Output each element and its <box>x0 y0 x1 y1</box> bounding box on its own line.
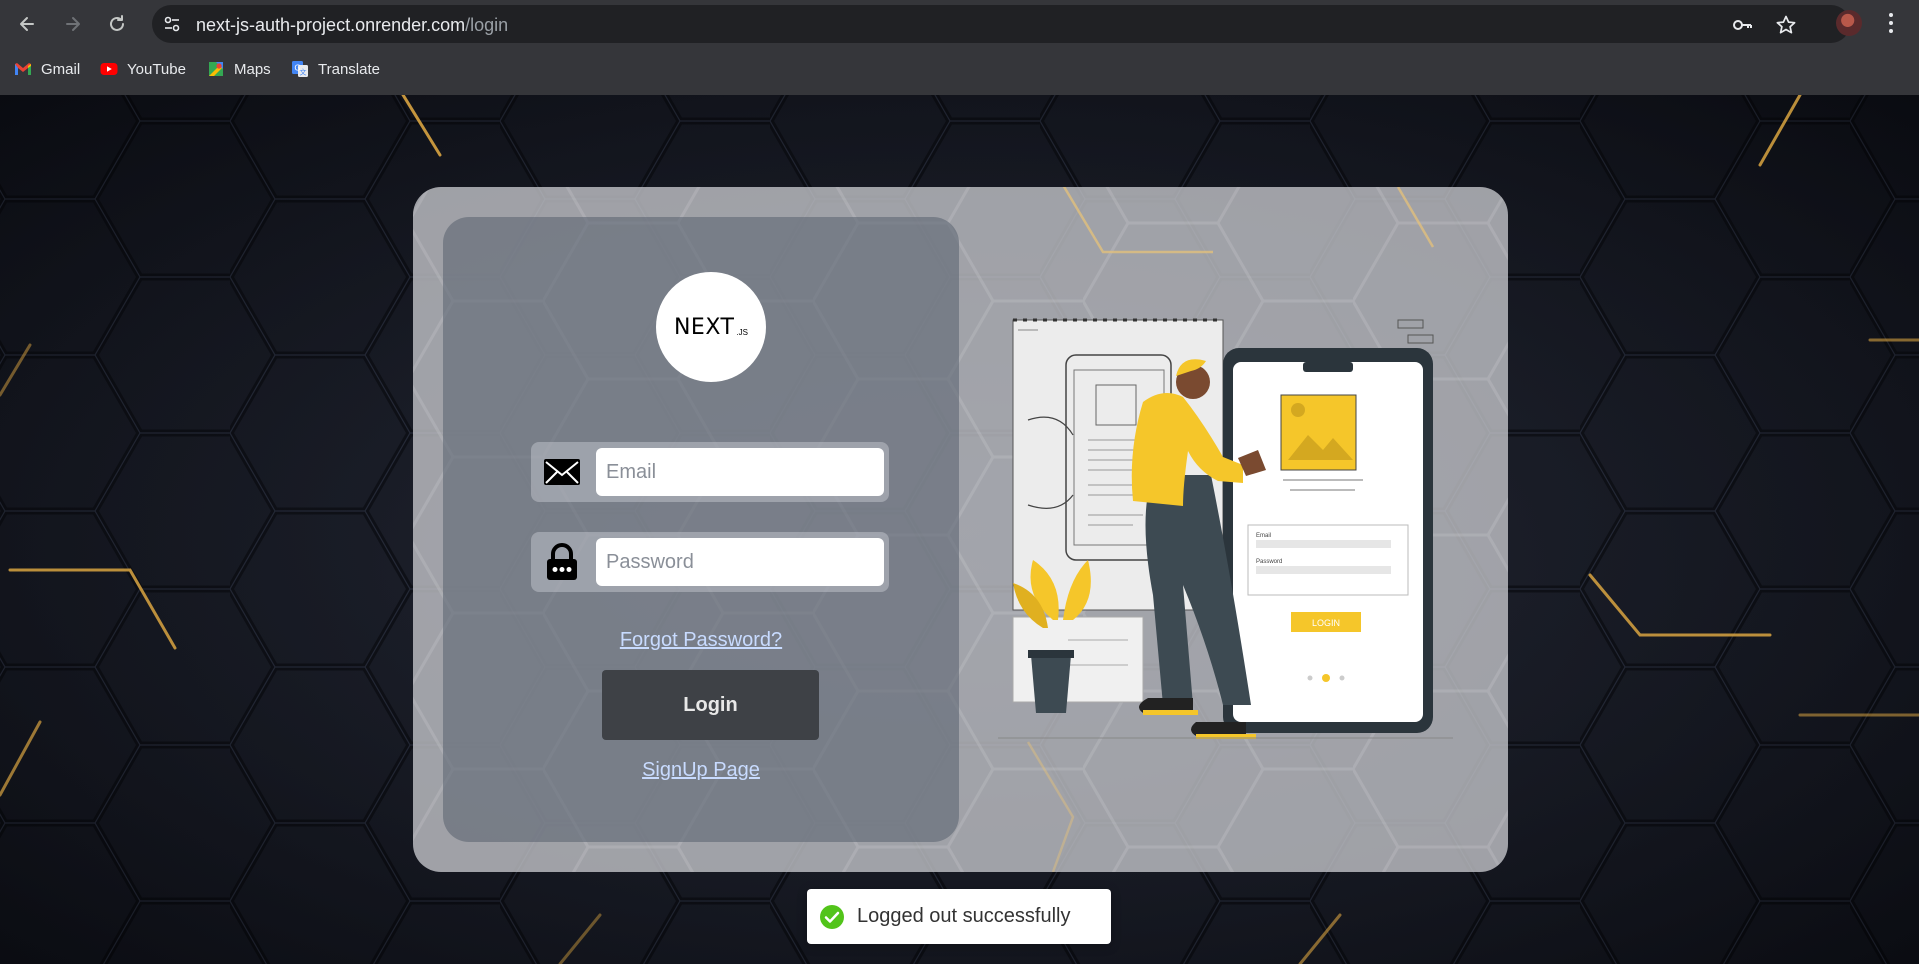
bookmarks-bar: Gmail YouTube Maps G 文 Translate <box>0 54 1919 84</box>
toast-message: Logged out successfully <box>857 905 1071 927</box>
page-viewport: NEXT .JS Forgot Password? <box>0 95 1919 964</box>
svg-text:文: 文 <box>300 68 307 77</box>
bookmark-youtube[interactable]: YouTube <box>100 58 186 80</box>
bookmark-label: Translate <box>318 60 380 78</box>
bookmark-maps[interactable]: Maps <box>207 58 271 80</box>
browser-toolbar: next-js-auth-project.onrender.com/login <box>0 0 1919 47</box>
signup-page-link[interactable]: SignUp Page <box>443 759 959 782</box>
forgot-password-link[interactable]: Forgot Password? <box>443 629 959 652</box>
url-path: /login <box>465 15 509 35</box>
phone-password-label: Password <box>1256 559 1282 565</box>
phone-login-label: LOGIN <box>1312 618 1340 628</box>
reload-button[interactable] <box>101 8 133 40</box>
arrow-left-icon <box>20 17 34 31</box>
logo-suffix: .JS <box>736 327 749 337</box>
password-key-icon[interactable] <box>1731 14 1753 36</box>
site-settings-icon[interactable] <box>162 14 182 34</box>
translate-icon: G 文 <box>292 61 308 77</box>
url-text[interactable]: next-js-auth-project.onrender.com/login <box>196 15 508 36</box>
bookmark-label: YouTube <box>127 60 186 78</box>
arrow-right-icon <box>66 17 80 31</box>
reload-icon <box>110 15 124 31</box>
lock-icon <box>547 543 577 580</box>
bookmark-gmail[interactable]: Gmail <box>14 58 80 80</box>
nextjs-logo: NEXT .JS <box>656 272 766 382</box>
back-button[interactable] <box>11 8 43 40</box>
gmail-icon <box>15 63 31 75</box>
browser-chrome: next-js-auth-project.onrender.com/login … <box>0 0 1919 95</box>
toast-notification: Logged out successfully <box>807 889 1111 944</box>
bookmark-star-icon[interactable] <box>1775 14 1797 36</box>
password-input[interactable] <box>596 538 884 586</box>
email-input[interactable] <box>596 448 884 496</box>
url-host: next-js-auth-project.onrender.com <box>196 15 466 35</box>
login-card: NEXT .JS Forgot Password? <box>413 187 1508 872</box>
email-field-row <box>531 442 889 502</box>
youtube-icon <box>100 63 118 75</box>
login-illustration: Email Password LOGIN <box>998 318 1453 739</box>
bookmark-label: Gmail <box>41 60 81 78</box>
phone-illustration: Email Password LOGIN <box>1223 348 1433 733</box>
profile-avatar[interactable] <box>1836 10 1862 36</box>
more-menu-icon[interactable] <box>1881 10 1901 36</box>
login-button[interactable]: Login <box>602 670 819 740</box>
forward-button[interactable] <box>57 8 89 40</box>
password-field-row <box>531 532 889 592</box>
bookmark-translate[interactable]: G 文 Translate <box>291 58 380 80</box>
login-form-panel: NEXT .JS Forgot Password? <box>443 217 959 842</box>
maps-icon <box>209 62 223 76</box>
check-circle-icon <box>820 904 844 929</box>
address-bar[interactable]: next-js-auth-project.onrender.com/login <box>152 5 1850 43</box>
phone-email-label: Email <box>1256 533 1271 539</box>
envelope-icon <box>544 459 580 485</box>
bookmark-label: Maps <box>234 60 271 78</box>
logo-text: NEXT <box>673 314 735 340</box>
